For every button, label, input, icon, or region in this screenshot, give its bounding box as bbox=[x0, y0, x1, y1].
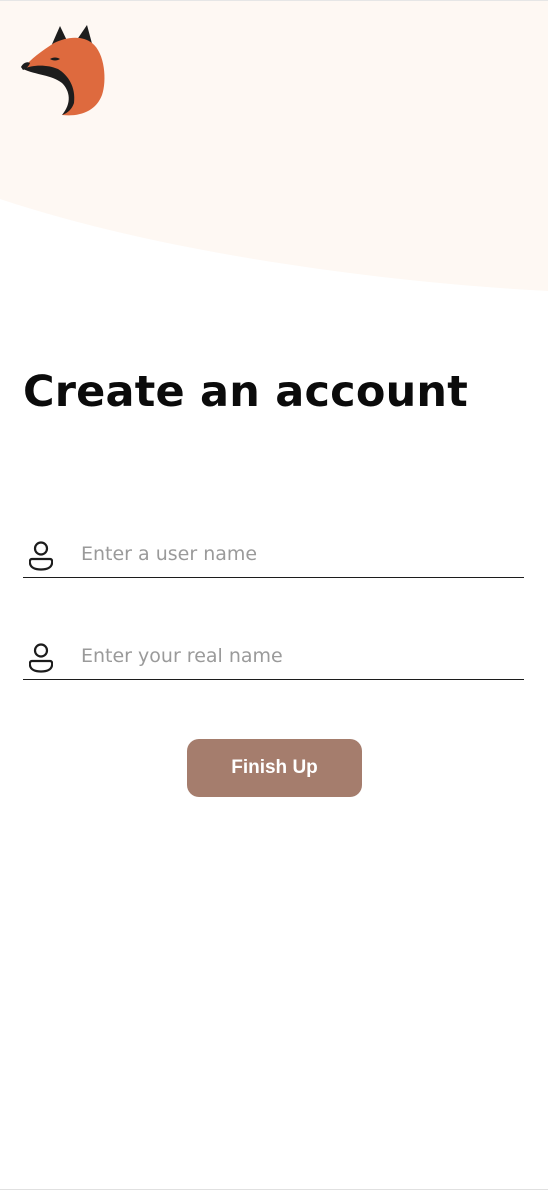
person-icon bbox=[29, 643, 53, 673]
username-input[interactable] bbox=[81, 536, 511, 572]
username-field[interactable] bbox=[23, 522, 524, 578]
fox-logo-icon bbox=[21, 25, 105, 116]
person-icon bbox=[29, 541, 53, 571]
finish-up-button[interactable]: Finish Up bbox=[187, 739, 362, 797]
realname-field[interactable] bbox=[23, 624, 524, 680]
page-title: Create an account bbox=[23, 367, 468, 417]
signup-screen: Create an account Finish Up bbox=[0, 0, 548, 1190]
realname-input[interactable] bbox=[81, 638, 511, 674]
